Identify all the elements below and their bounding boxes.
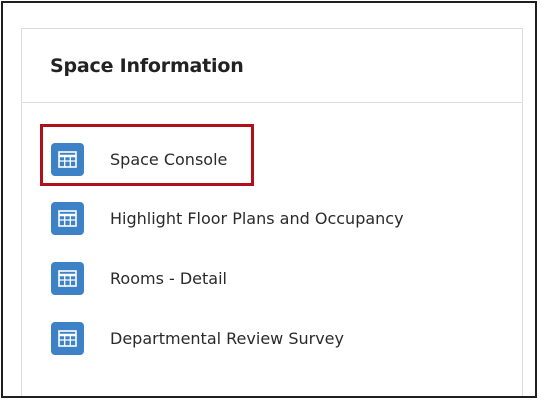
report-link-label: Highlight Floor Plans and Occupancy xyxy=(110,208,404,228)
screenshot-frame: Space Information Space Console Highligh… xyxy=(1,1,537,398)
report-link-rooms-detail[interactable]: Rooms - Detail xyxy=(51,260,227,296)
report-link-departmental-review-survey[interactable]: Departmental Review Survey xyxy=(51,320,344,356)
table-grid-icon xyxy=(51,142,84,176)
report-link-highlight-floor-plans[interactable]: Highlight Floor Plans and Occupancy xyxy=(51,200,404,236)
table-grid-icon xyxy=(51,321,84,355)
report-link-label: Departmental Review Survey xyxy=(110,328,344,348)
table-grid-icon xyxy=(51,201,84,235)
table-grid-icon xyxy=(51,261,84,295)
report-link-space-console[interactable]: Space Console xyxy=(51,141,227,177)
panel-header: Space Information xyxy=(22,29,522,103)
report-link-label: Rooms - Detail xyxy=(110,268,227,288)
space-information-panel: Space Information Space Console Highligh… xyxy=(21,28,523,396)
report-link-label: Space Console xyxy=(110,149,228,169)
panel-title: Space Information xyxy=(50,54,244,77)
